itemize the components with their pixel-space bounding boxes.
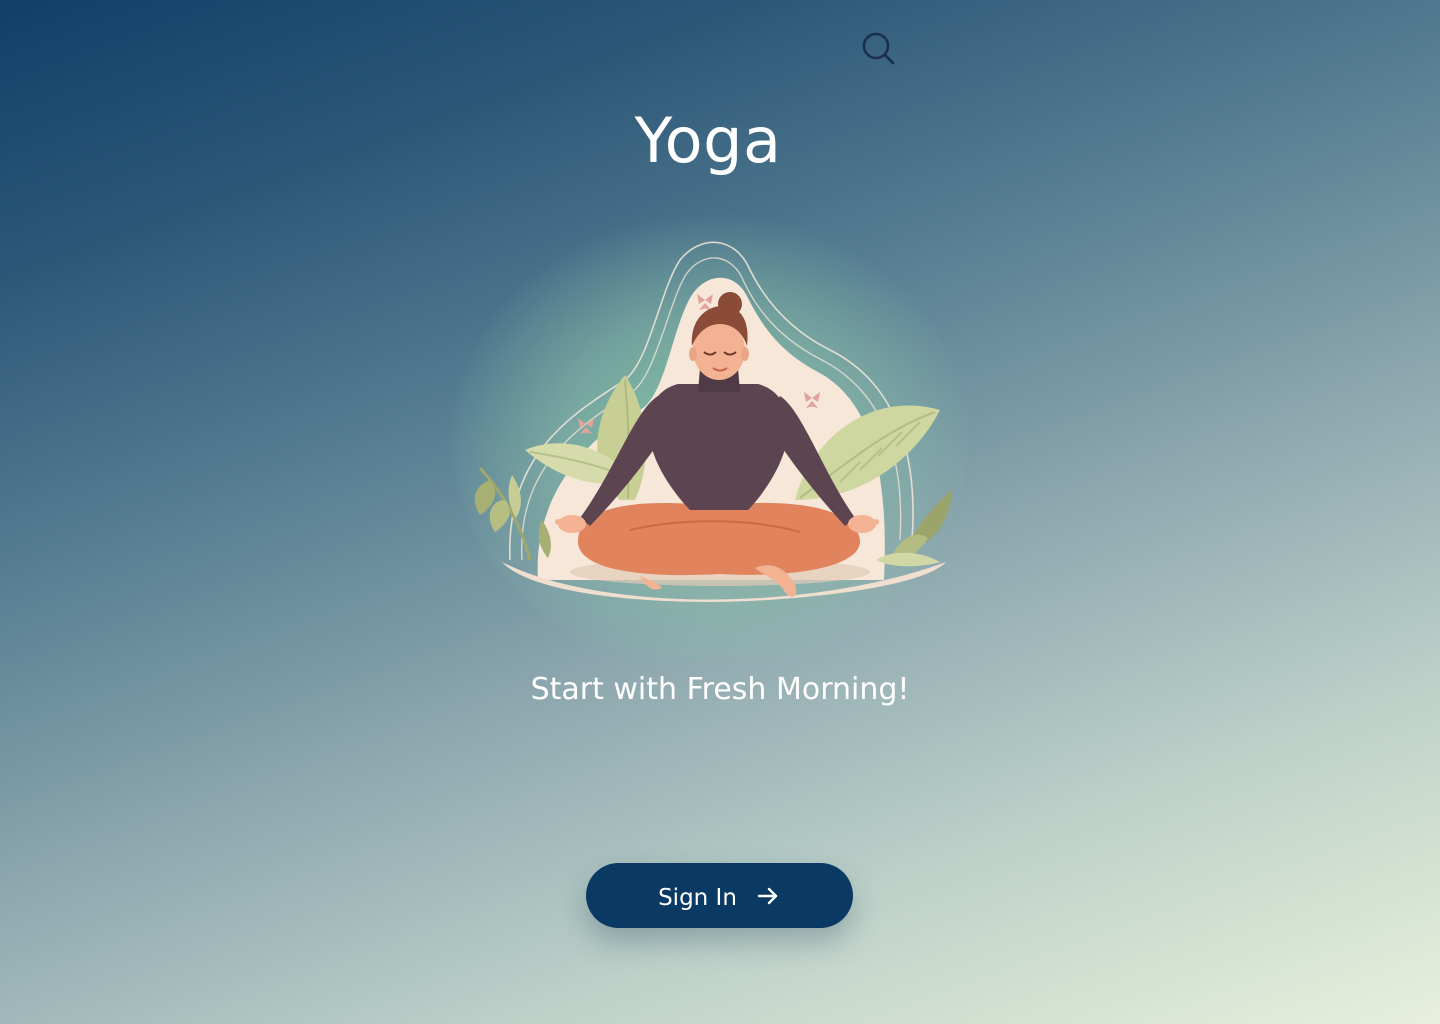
search-button[interactable]	[858, 28, 898, 68]
arrow-right-icon	[757, 887, 778, 904]
meditating-woman-illustration	[450, 200, 970, 668]
search-icon	[862, 32, 895, 65]
tagline: Start with Fresh Morning!	[530, 672, 910, 707]
sign-in-label: Sign In	[658, 884, 737, 911]
page-title: Yoga	[634, 104, 782, 177]
sign-in-button[interactable]: Sign In	[586, 863, 853, 928]
